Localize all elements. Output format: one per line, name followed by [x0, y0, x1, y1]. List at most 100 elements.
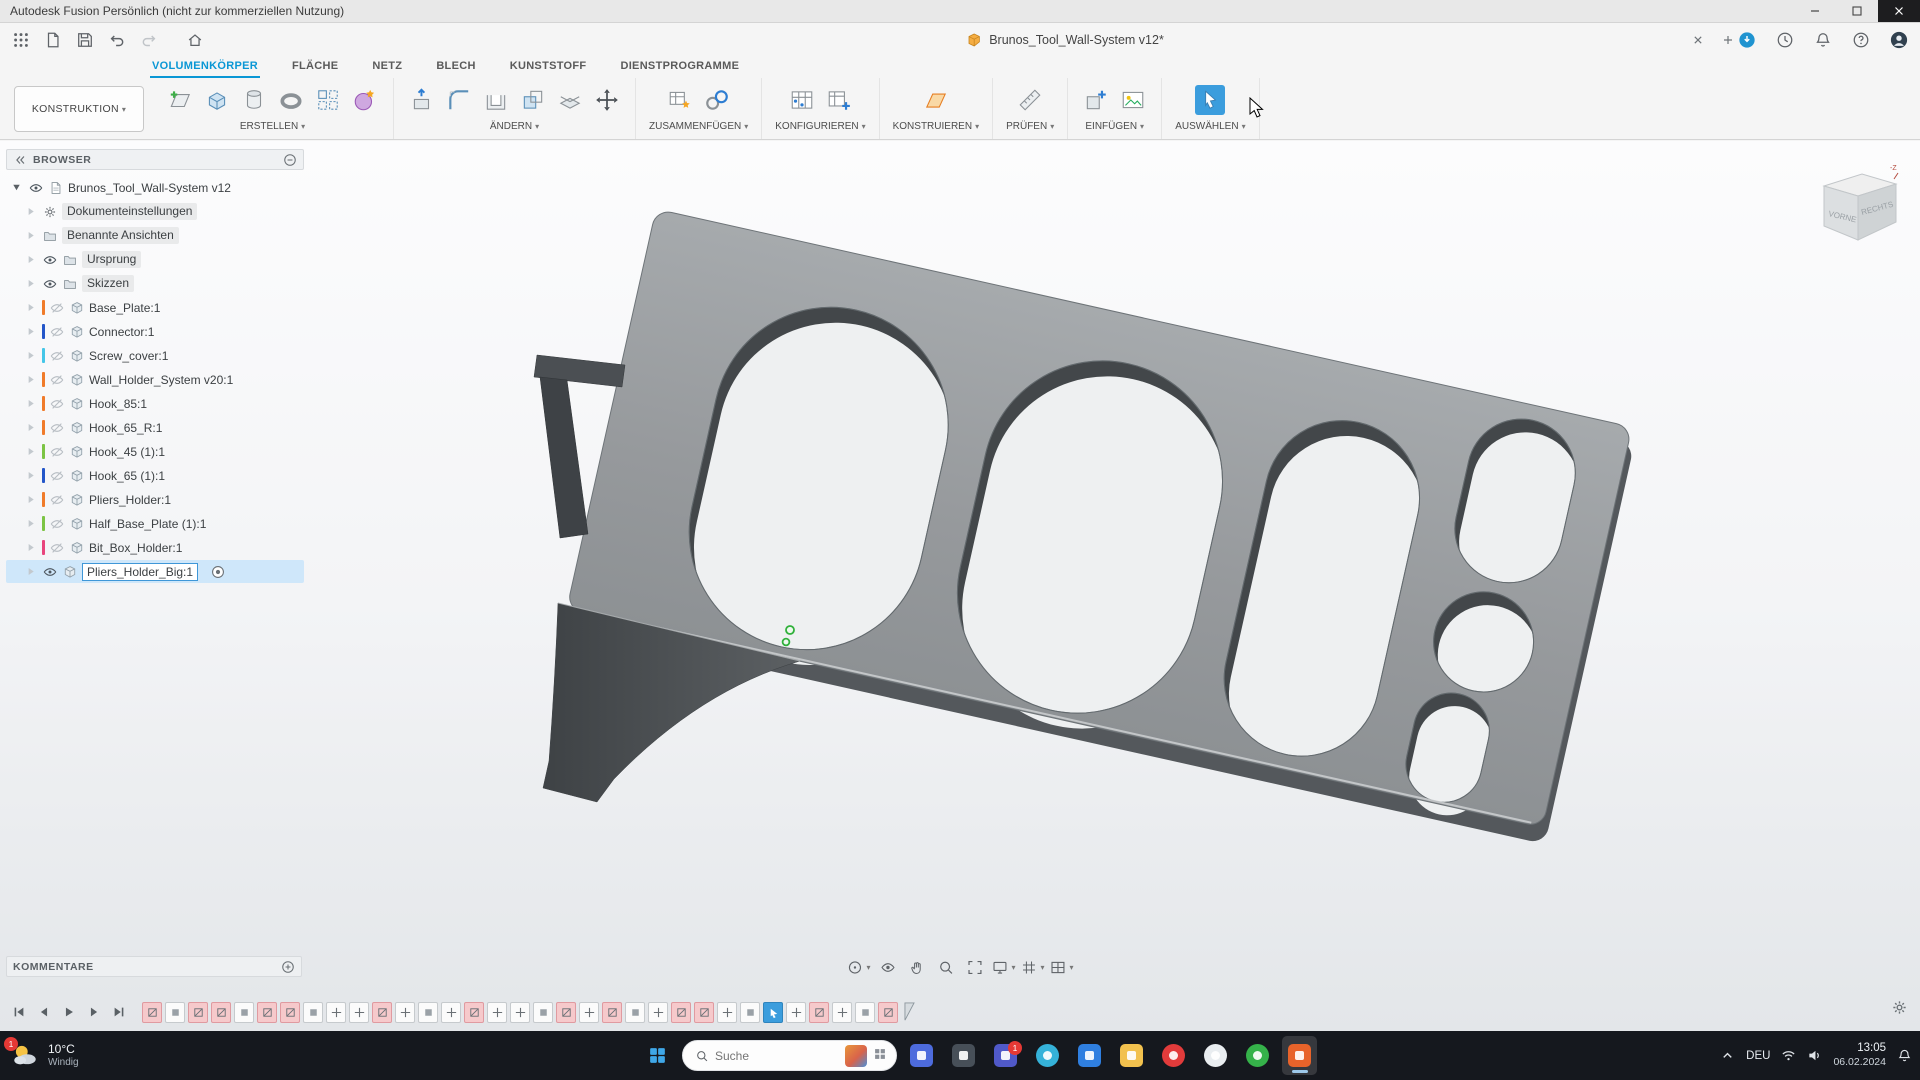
- viewport[interactable]: VORNE RECHTS -Z BROWSER Brunos_Tool_Wall…: [0, 141, 1920, 1031]
- construction-plane-button[interactable]: [921, 85, 951, 115]
- keyboard-language[interactable]: DEU: [1746, 1050, 1770, 1062]
- expand-closed-icon[interactable]: [22, 252, 38, 268]
- joint-button[interactable]: [702, 85, 732, 115]
- undo-button[interactable]: [104, 27, 130, 53]
- ribbon-group-label[interactable]: ÄNDERN: [490, 121, 539, 132]
- select-button[interactable]: [1195, 85, 1226, 115]
- taskbar-app-explorer[interactable]: [1114, 1036, 1149, 1075]
- visibility-eye-icon[interactable]: [28, 180, 44, 196]
- timeline-feature-feature[interactable]: [418, 1001, 438, 1023]
- timeline-feature-move[interactable]: [487, 1001, 507, 1023]
- expand-closed-icon[interactable]: [22, 372, 38, 388]
- component-label[interactable]: Wall_Holder_System v20:1: [89, 373, 233, 387]
- component-label[interactable]: Connector:1: [89, 325, 154, 339]
- timeline-settings-button[interactable]: [1891, 999, 1908, 1021]
- timeline-feature-feature[interactable]: [533, 1001, 553, 1023]
- new-component-button[interactable]: [665, 85, 695, 115]
- timeline-feature-sketch[interactable]: [878, 1001, 898, 1023]
- component-label[interactable]: Base_Plate:1: [89, 301, 160, 315]
- avatar-button[interactable]: [1886, 27, 1912, 53]
- timeline-feature-sketch[interactable]: [211, 1001, 231, 1023]
- component-label[interactable]: Bit_Box_Holder:1: [89, 541, 182, 555]
- tab-close-button[interactable]: [1686, 28, 1710, 52]
- shell-button[interactable]: [481, 85, 511, 115]
- taskbar-clock[interactable]: 13:05 06.02.2024: [1833, 1041, 1886, 1070]
- orbit-button[interactable]: [846, 956, 870, 978]
- document-tab[interactable]: Brunos_Tool_Wall-System v12*: [952, 23, 1178, 56]
- volume-icon[interactable]: [1807, 1048, 1822, 1063]
- timeline-feature-move[interactable]: [326, 1001, 346, 1023]
- visibility-eye-off-icon[interactable]: [49, 348, 65, 364]
- tab-volumenkörper[interactable]: VOLUMENKÖRPER: [150, 56, 260, 78]
- folder-label[interactable]: Ursprung: [82, 251, 142, 268]
- tab-dienstprogramme[interactable]: DIENSTPROGRAMME: [618, 56, 741, 78]
- component-label[interactable]: Pliers_Holder:1: [89, 493, 171, 507]
- timeline-feature-feature[interactable]: [625, 1001, 645, 1023]
- search-input[interactable]: [715, 1048, 839, 1063]
- maximize-button[interactable]: [1836, 0, 1878, 22]
- visibility-eye-off-icon[interactable]: [49, 420, 65, 436]
- visibility-eye-icon[interactable]: [42, 276, 58, 292]
- timeline-feature-sketch[interactable]: [671, 1001, 691, 1023]
- workspace-selector[interactable]: KONSTRUKTION: [14, 86, 144, 132]
- component-label[interactable]: Hook_65 (1):1: [89, 469, 165, 483]
- skip-start-button[interactable]: [8, 1002, 30, 1022]
- apps-grid-button[interactable]: [8, 27, 34, 53]
- timeline-feature-feature[interactable]: [303, 1001, 323, 1023]
- taskbar-app-terminal[interactable]: [946, 1036, 981, 1075]
- timeline-feature-feature[interactable]: [234, 1001, 254, 1023]
- split-button[interactable]: [555, 85, 585, 115]
- taskbar-app-edge[interactable]: [1030, 1036, 1065, 1075]
- timeline-feature-sketch[interactable]: [257, 1001, 277, 1023]
- fit-button[interactable]: [962, 956, 986, 978]
- add-comment-icon[interactable]: [281, 960, 295, 974]
- expand-closed-icon[interactable]: [22, 348, 38, 364]
- redo-button[interactable]: [136, 27, 162, 53]
- tab-blech[interactable]: BLECH: [434, 56, 477, 78]
- recent-clock-button[interactable]: [1772, 27, 1798, 53]
- timeline-feature-sketch[interactable]: [142, 1001, 162, 1023]
- component-label[interactable]: Half_Base_Plate (1):1: [89, 517, 206, 531]
- comments-panel[interactable]: KOMMENTARE: [6, 956, 302, 977]
- step-forward-button[interactable]: [83, 1002, 105, 1022]
- view-cube[interactable]: VORNE RECHTS -Z: [1806, 159, 1906, 254]
- file-menu-button[interactable]: [40, 27, 66, 53]
- tray-notifications-bell-icon[interactable]: [1897, 1048, 1912, 1063]
- minimize-button[interactable]: [1794, 0, 1836, 22]
- visibility-eye-off-icon[interactable]: [49, 444, 65, 460]
- visibility-eye-off-icon[interactable]: [49, 372, 65, 388]
- viewports-button[interactable]: [1050, 956, 1074, 978]
- wifi-icon[interactable]: [1781, 1048, 1796, 1063]
- component-label[interactable]: Hook_65_R:1: [89, 421, 162, 435]
- visibility-eye-icon[interactable]: [42, 564, 58, 580]
- timeline-feature-sketch[interactable]: [556, 1001, 576, 1023]
- expand-closed-icon[interactable]: [22, 324, 38, 340]
- tab-netz[interactable]: NETZ: [370, 56, 404, 78]
- timeline-feature-selected[interactable]: [763, 1001, 783, 1023]
- expand-closed-icon[interactable]: [22, 492, 38, 508]
- root-label[interactable]: Brunos_Tool_Wall-System v12: [68, 181, 231, 195]
- timeline-feature-sketch[interactable]: [188, 1001, 208, 1023]
- collapse-panel-icon[interactable]: [13, 153, 27, 167]
- taskbar-app-widgets[interactable]: [904, 1036, 939, 1075]
- insert-image-button[interactable]: [1118, 85, 1148, 115]
- timeline-feature-move[interactable]: [717, 1001, 737, 1023]
- timeline-feature-move[interactable]: [441, 1001, 461, 1023]
- taskbar-app-teams[interactable]: 1: [988, 1036, 1023, 1075]
- config-insert-button[interactable]: [824, 85, 854, 115]
- config-table-button[interactable]: [787, 85, 817, 115]
- expand-closed-icon[interactable]: [22, 204, 38, 220]
- ribbon-group-label[interactable]: KONFIGURIEREN: [775, 121, 865, 132]
- browser-header[interactable]: BROWSER: [6, 149, 304, 170]
- taskbar-search[interactable]: [682, 1040, 897, 1071]
- browser-folder-item[interactable]: Ursprung: [6, 248, 304, 271]
- component-label[interactable]: Pliers_Holder_Big:1: [82, 562, 199, 581]
- timeline-feature-feature[interactable]: [740, 1001, 760, 1023]
- browser-folder-item[interactable]: Benannte Ansichten: [6, 224, 304, 247]
- component-label[interactable]: Hook_45 (1):1: [89, 445, 165, 459]
- expand-closed-icon[interactable]: [22, 516, 38, 532]
- timeline-marker[interactable]: [903, 1002, 916, 1022]
- close-button[interactable]: [1878, 0, 1920, 22]
- help-button[interactable]: [1848, 27, 1874, 53]
- skip-end-button[interactable]: [108, 1002, 130, 1022]
